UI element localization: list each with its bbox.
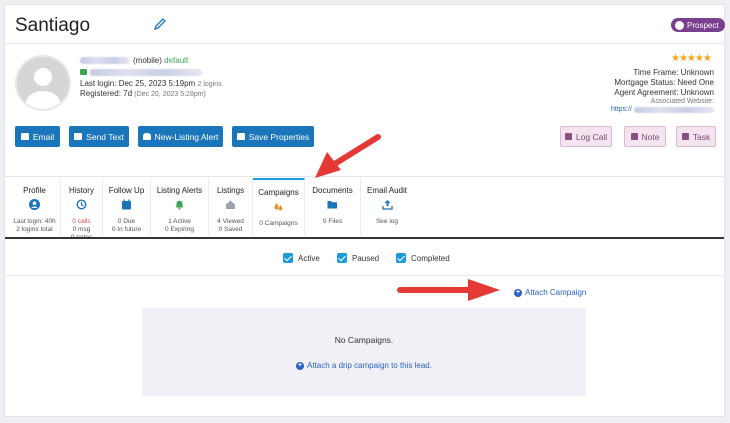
arrow-to-campaigns-icon xyxy=(315,134,381,178)
arrow-to-attach-campaign-icon xyxy=(397,279,500,301)
annotation-arrows xyxy=(315,134,500,301)
